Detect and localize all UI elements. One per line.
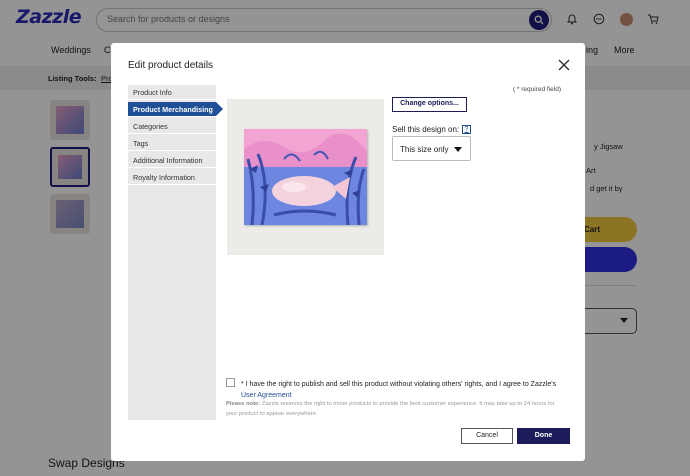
agreement-text: * I have the right to publish and sell t… — [241, 379, 561, 401]
sell-scope-select[interactable]: This size only — [392, 136, 471, 161]
required-field-note: ( * required field) — [512, 86, 561, 93]
agree-checkbox[interactable] — [226, 378, 235, 387]
sidenav-item-royalty-information[interactable]: Royalty Information — [128, 170, 216, 185]
product-image — [244, 129, 367, 225]
sidenav-item-product-info[interactable]: Product Info — [128, 85, 216, 100]
sidenav-item-categories[interactable]: Categories — [128, 119, 216, 134]
sell-scope-value: This size only — [400, 145, 449, 154]
sidenav-item-label: Product Merchandising — [133, 105, 213, 114]
help-icon[interactable]: ? — [462, 125, 471, 134]
agreement-statement: * I have the right to publish and sell t… — [241, 381, 557, 388]
modal-sidenav: Product Info Product Merchandising Categ… — [128, 85, 223, 420]
edit-product-modal: Edit product details ( * required field)… — [111, 43, 585, 461]
modal-title: Edit product details — [128, 60, 214, 71]
change-options-button[interactable]: Change options... — [392, 97, 467, 112]
user-agreement-link[interactable]: User Agreement — [241, 392, 292, 399]
product-preview — [227, 99, 384, 255]
sidenav-item-tags[interactable]: Tags — [128, 136, 216, 151]
sell-design-label: Sell this design on: — [392, 125, 460, 134]
cancel-button[interactable]: Cancel — [461, 428, 513, 444]
publish-note: Please note: Zazzle reserves the right t… — [226, 400, 556, 419]
sidenav-item-additional-information[interactable]: Additional Information — [128, 153, 216, 168]
caret-down-icon — [454, 147, 462, 152]
active-arrow-icon — [216, 102, 223, 116]
sidenav-item-product-merchandising[interactable]: Product Merchandising — [128, 102, 223, 117]
note-text: Zazzle reserves the right to move produc… — [226, 401, 555, 417]
done-button[interactable]: Done — [517, 428, 570, 444]
note-label: Please note: — [226, 401, 261, 407]
close-icon[interactable] — [556, 57, 572, 73]
